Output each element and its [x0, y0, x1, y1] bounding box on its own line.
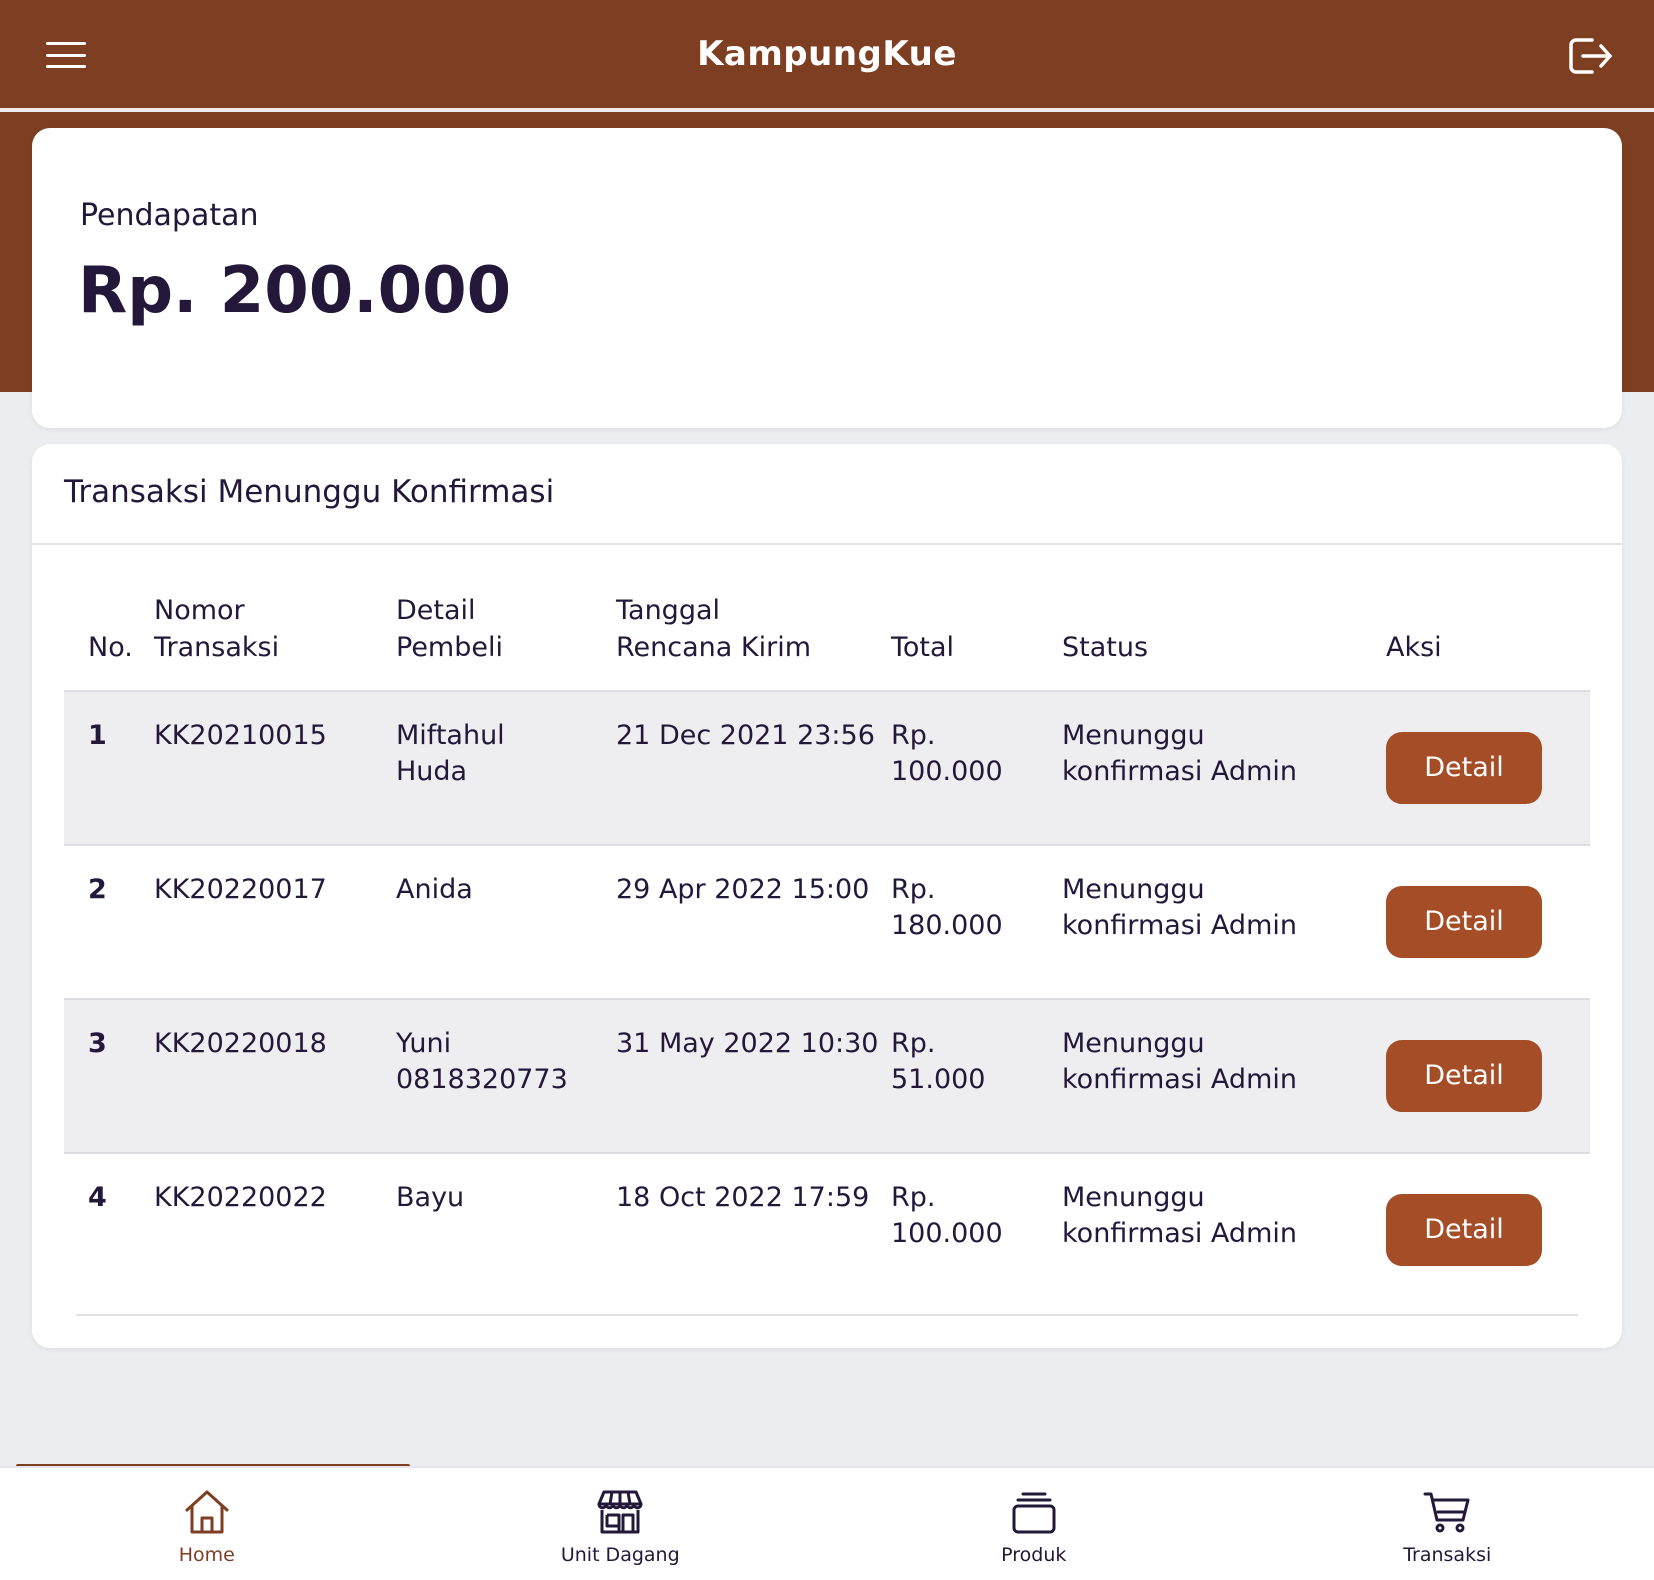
income-value: Rp. 200.000: [78, 254, 512, 328]
transaction-number: KK20210015: [154, 690, 396, 845]
table-row: 3 KK20220018 Yuni 0818320773 31 May 2022 …: [64, 998, 1590, 1153]
transaction-number: KK20220018: [154, 998, 396, 1153]
table-row: 1 KK20210015 Miftahul Huda 21 Dec 2021 23…: [64, 690, 1590, 845]
transactions-table: No. Nomor Transaksi Detail Pembeli Tanggal…: [64, 592, 1590, 1307]
nav-label: Transaksi: [1403, 1544, 1492, 1566]
home-icon: [185, 1490, 229, 1534]
buyer-detail: Anida: [396, 844, 616, 999]
nav-item-transaksi[interactable]: Transaksi: [1241, 1468, 1654, 1580]
detail-button[interactable]: Detail: [1386, 886, 1542, 958]
nav-item-home[interactable]: Home: [0, 1468, 414, 1580]
column-header-no: No.: [88, 632, 133, 663]
delivery-date: 29 Apr 2022 15:00: [616, 844, 891, 999]
column-header-total: Total: [891, 632, 955, 663]
app-header: KampungKue: [0, 0, 1654, 110]
total-amount: Rp. 51.000: [891, 998, 1062, 1153]
detail-button[interactable]: Detail: [1386, 732, 1542, 804]
row-number: 1: [64, 690, 154, 845]
delivery-date: 21 Dec 2021 23:56: [616, 690, 891, 845]
action-cell: Detail: [1386, 844, 1590, 999]
bottom-navigation: Home Unit Dagang Produk Transaksi: [0, 1466, 1654, 1580]
total-amount: Rp. 100.000: [891, 690, 1062, 845]
store-icon: [597, 1490, 643, 1534]
column-header-status: Status: [1062, 632, 1149, 663]
status-text: Menunggu konfirmasi Admin: [1062, 1152, 1386, 1307]
row-number: 2: [64, 844, 154, 999]
total-amount: Rp. 180.000: [891, 844, 1062, 999]
column-header-aksi: Aksi: [1386, 632, 1442, 663]
status-text: Menunggu konfirmasi Admin: [1062, 690, 1386, 845]
status-text: Menunggu konfirmasi Admin: [1062, 844, 1386, 999]
table-header-row: No. Nomor Transaksi Detail Pembeli Tanggal…: [64, 592, 1590, 691]
nav-label: Unit Dagang: [560, 1544, 680, 1566]
column-header-nomor-transaksi: Nomor Transaksi: [154, 595, 280, 663]
row-number: 4: [64, 1152, 154, 1307]
detail-button[interactable]: Detail: [1386, 1040, 1542, 1112]
total-amount: Rp. 100.000: [891, 1152, 1062, 1307]
hamburger-menu-icon[interactable]: [44, 38, 88, 72]
action-cell: Detail: [1386, 690, 1590, 845]
section-title: Transaksi Menunggu Konfirmasi: [64, 474, 555, 510]
nav-label: Home: [178, 1544, 235, 1566]
cart-icon: [1423, 1492, 1470, 1533]
delivery-date: 18 Oct 2022 17:59: [616, 1152, 891, 1307]
pending-transactions-card: Transaksi Menunggu Konfirmasi No. Nomor T…: [32, 444, 1622, 1348]
row-number: 3: [64, 998, 154, 1153]
income-label: Pendapatan: [80, 198, 259, 233]
action-cell: Detail: [1386, 998, 1590, 1153]
status-text: Menunggu konfirmasi Admin: [1062, 998, 1386, 1153]
column-header-detail-pembeli: Detail Pembeli: [396, 595, 503, 663]
table-row: 4 KK20220022 Bayu 18 Oct 2022 17:59 Rp. 1…: [64, 1152, 1590, 1307]
nav-item-produk[interactable]: Produk: [827, 1468, 1241, 1580]
transaction-number: KK20220017: [154, 844, 396, 999]
nav-item-unit-dagang[interactable]: Unit Dagang: [414, 1468, 828, 1580]
divider: [32, 543, 1622, 545]
delivery-date: 31 May 2022 10:30: [616, 998, 891, 1153]
column-header-tanggal: Tanggal Rencana Kirim: [616, 595, 812, 663]
table-bottom-divider: [76, 1314, 1578, 1316]
app-title: KampungKue: [697, 34, 957, 74]
buyer-detail: Miftahul Huda: [396, 690, 616, 845]
buyer-detail: Bayu: [396, 1152, 616, 1307]
table-row: 2 KK20220017 Anida 29 Apr 2022 15:00 Rp.…: [64, 844, 1590, 999]
product-stack-icon: [1012, 1492, 1056, 1534]
detail-button[interactable]: Detail: [1386, 1194, 1542, 1266]
nav-label: Produk: [1001, 1544, 1067, 1566]
logout-icon[interactable]: [1566, 34, 1614, 78]
transaction-number: KK20220022: [154, 1152, 396, 1307]
income-card: Pendapatan Rp. 200.000: [32, 128, 1622, 428]
action-cell: Detail: [1386, 1152, 1590, 1307]
buyer-detail: Yuni 0818320773: [396, 998, 616, 1153]
